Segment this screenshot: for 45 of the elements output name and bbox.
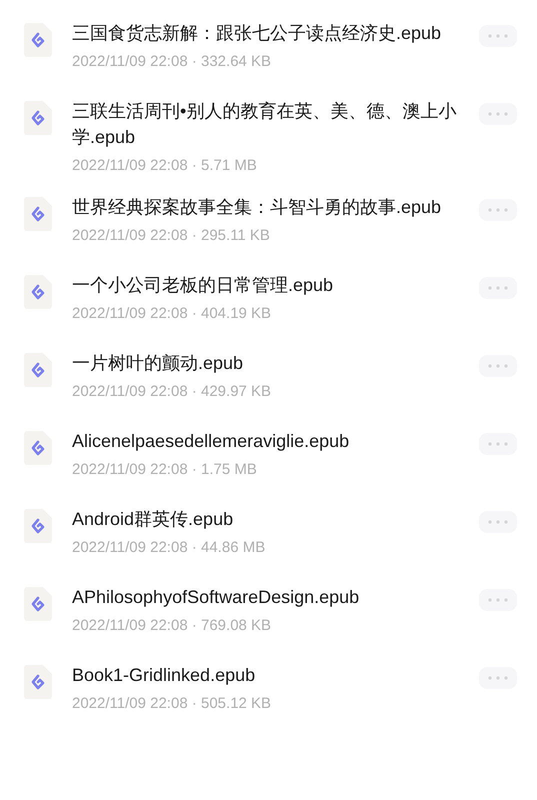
more-button[interactable]	[479, 589, 517, 611]
more-button[interactable]	[479, 511, 517, 533]
file-meta: 2022/11/09 22:08 · 404.19 KB	[72, 304, 272, 324]
epub-file-icon	[24, 275, 52, 309]
file-meta: 2022/11/09 22:08 · 429.97 KB	[72, 382, 272, 402]
more-button[interactable]	[479, 667, 517, 689]
more-button[interactable]	[479, 199, 517, 221]
file-name[interactable]: Alicenelpaesedellemeraviglie.epub	[72, 428, 457, 454]
file-meta: 2022/11/09 22:08 · 5.71 MB	[72, 156, 258, 176]
more-icon	[488, 520, 508, 524]
more-icon	[488, 442, 508, 446]
more-icon	[488, 208, 508, 212]
file-meta: 2022/11/09 22:08 · 1.75 MB	[72, 460, 258, 480]
file-name[interactable]: 三联生活周刊•别人的教育在英、美、德、澳上小学.epub	[72, 98, 457, 150]
file-name[interactable]: Android群英传.epub	[72, 506, 457, 532]
file-name[interactable]: Book1-Gridlinked.epub	[72, 662, 457, 688]
epub-file-icon	[24, 197, 52, 231]
file-meta: 2022/11/09 22:08 · 505.12 KB	[72, 694, 272, 714]
more-button[interactable]	[479, 277, 517, 299]
epub-file-icon	[24, 509, 52, 543]
file-meta: 2022/11/09 22:08 · 332.64 KB	[72, 52, 272, 72]
file-meta: 2022/11/09 22:08 · 44.86 MB	[72, 538, 266, 558]
file-name[interactable]: 一片树叶的颤动.epub	[72, 350, 457, 376]
epub-file-icon	[24, 23, 52, 57]
more-button[interactable]	[479, 25, 517, 47]
more-button[interactable]	[479, 433, 517, 455]
more-icon	[488, 286, 508, 290]
file-meta: 2022/11/09 22:08 · 295.11 KB	[72, 226, 271, 246]
epub-file-icon	[24, 665, 52, 699]
file-meta: 2022/11/09 22:08 · 769.08 KB	[72, 616, 272, 636]
epub-file-icon	[24, 353, 52, 387]
more-icon	[488, 112, 508, 116]
more-button[interactable]	[479, 355, 517, 377]
more-icon	[488, 34, 508, 38]
file-name[interactable]: 世界经典探案故事全集：斗智斗勇的故事.epub	[72, 194, 457, 220]
file-name[interactable]: 一个小公司老板的日常管理.epub	[72, 272, 457, 298]
more-icon	[488, 598, 508, 602]
file-name[interactable]: 三国食货志新解：跟张七公子读点经济史.epub	[72, 20, 457, 46]
more-icon	[488, 364, 508, 368]
file-name[interactable]: APhilosophyofSoftwareDesign.epub	[72, 584, 457, 610]
epub-file-icon	[24, 587, 52, 621]
more-icon	[488, 676, 508, 680]
epub-file-icon	[24, 431, 52, 465]
more-button[interactable]	[479, 103, 517, 125]
epub-file-icon	[24, 101, 52, 135]
